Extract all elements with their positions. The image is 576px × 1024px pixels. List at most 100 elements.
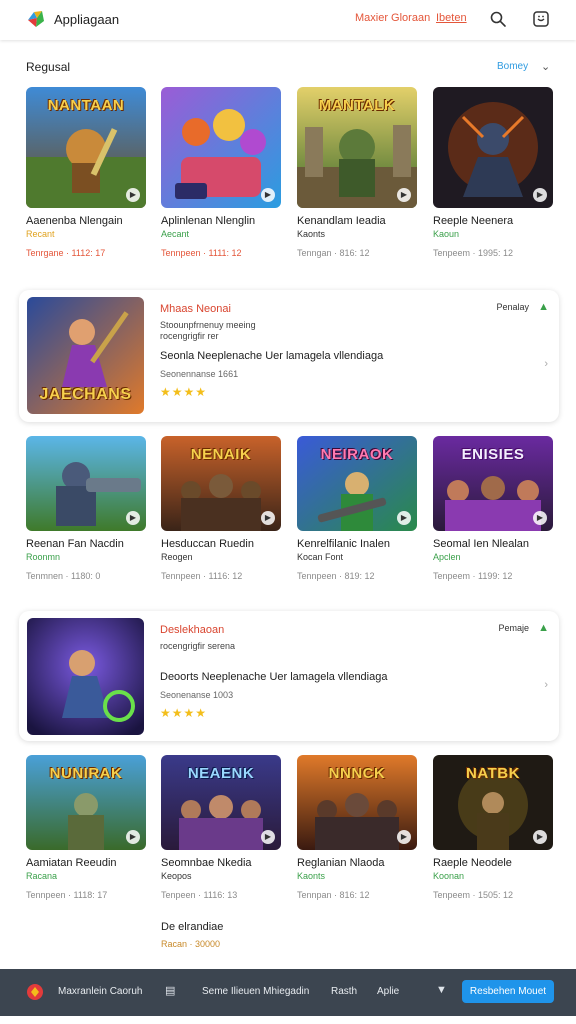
footer-link-2[interactable]: Rasth bbox=[331, 986, 357, 997]
featured-meta: Seonenanse 1003 bbox=[160, 690, 234, 700]
featured-thumbnail[interactable] bbox=[27, 618, 144, 735]
game-thumb-title: JAECHANS bbox=[39, 386, 132, 403]
game-tile[interactable]: ▶ Aplinlenan Nlenglin Aecant Tennpeen · … bbox=[161, 87, 281, 258]
game-category: Kaonts bbox=[297, 229, 326, 239]
game-thumbnail[interactable]: NATBK ▶ bbox=[433, 755, 553, 850]
app-logo-icon[interactable] bbox=[26, 9, 46, 29]
game-meta: Tenpeem · 1995: 12 bbox=[433, 248, 514, 258]
game-tile[interactable]: MANTALK ▶ Kenandlam Ieadia Kaonts Tennga… bbox=[297, 87, 417, 258]
game-art bbox=[27, 618, 144, 735]
game-category: Apclen bbox=[433, 552, 461, 562]
game-tile[interactable]: NEAENK ▶ Seomnbae Nkedia Keopos Tenpeen … bbox=[161, 755, 281, 900]
featured-title[interactable]: Mhaas Neonai bbox=[160, 303, 231, 315]
screen-icon[interactable]: ▤ bbox=[165, 984, 175, 997]
game-name[interactable]: Reglanian Nlaoda bbox=[297, 857, 417, 869]
game-name[interactable]: Aplinlenan Nlenglin bbox=[161, 215, 281, 227]
game-meta: Tennpeen · 819: 12 bbox=[297, 571, 375, 581]
featured-thumbnail[interactable]: JAECHANS bbox=[27, 297, 144, 414]
game-tile[interactable]: NENAIK ▶ Hesduccan Ruedin Reogen Tennpee… bbox=[161, 436, 281, 581]
game-thumb-title: NANTAAN bbox=[47, 97, 125, 114]
chevron-right-icon[interactable]: › bbox=[544, 679, 548, 691]
game-tile[interactable]: ENISIES ▶ Seomal Ien Nlealan Apclen Tenp… bbox=[433, 436, 553, 581]
extra-item-title[interactable]: De elrandiae bbox=[161, 921, 223, 933]
featured-game-card[interactable]: Deslekhaoan rocengrigfir serena Deoorts … bbox=[19, 611, 559, 741]
game-name[interactable]: Aamiatan Reeudin bbox=[26, 857, 146, 869]
game-thumbnail[interactable]: NEIRAOK ▶ bbox=[297, 436, 417, 531]
game-category: Koonan bbox=[433, 871, 465, 881]
game-meta: Tenmnen · 1180: 0 bbox=[26, 571, 101, 581]
game-meta: Tenpeen · 1116: 13 bbox=[161, 890, 238, 900]
game-category: Kaonts bbox=[297, 871, 326, 881]
play-icon[interactable]: ▶ bbox=[261, 830, 275, 844]
game-thumbnail[interactable]: MANTALK ▶ bbox=[297, 87, 417, 208]
game-tile[interactable]: ▶ Reeple Neenera Kaoun Tenpeem · 1995: 1… bbox=[433, 87, 553, 258]
play-icon[interactable]: ▶ bbox=[397, 830, 411, 844]
game-thumb-title: NEAENK bbox=[187, 765, 255, 782]
chat-icon[interactable] bbox=[532, 10, 550, 28]
game-name[interactable]: Seomnbae Nkedia bbox=[161, 857, 281, 869]
game-thumbnail[interactable]: ▶ bbox=[433, 87, 553, 208]
game-thumbnail[interactable]: NNNCK ▶ bbox=[297, 755, 417, 850]
featured-game-card[interactable]: JAECHANS Mhaas Neonai Stoounpfrnenuy mee… bbox=[19, 290, 559, 422]
section-title: Regusal bbox=[26, 60, 71, 74]
game-thumbnail[interactable]: ▶ bbox=[161, 87, 281, 208]
header-link-1[interactable]: Maxier Gloraan bbox=[355, 12, 430, 24]
search-icon[interactable] bbox=[489, 10, 507, 28]
game-tile[interactable]: NUNIRAK ▶ Aamiatan Reeudin Racana Tennpe… bbox=[26, 755, 146, 900]
featured-subtitle-2: rocengrigfir rer bbox=[160, 331, 219, 341]
game-name[interactable]: Hesduccan Ruedin bbox=[161, 538, 281, 550]
game-category: Roonmn bbox=[26, 552, 61, 562]
play-icon[interactable]: ▶ bbox=[261, 188, 275, 202]
play-icon[interactable]: ▶ bbox=[261, 511, 275, 525]
shield-icon[interactable]: ▼ bbox=[436, 984, 447, 996]
game-thumb-title: NUNIRAK bbox=[49, 765, 123, 782]
game-tile[interactable]: NNNCK ▶ Reglanian Nlaoda Kaonts Tennpan … bbox=[297, 755, 417, 900]
game-meta: Tennpeen · 1118: 17 bbox=[26, 890, 108, 900]
game-thumbnail[interactable]: NANTAAN ▶ bbox=[26, 87, 146, 208]
cta-button[interactable]: Resbehen Mouet bbox=[462, 980, 554, 1003]
game-thumbnail[interactable]: ▶ bbox=[26, 436, 146, 531]
game-meta: Tenngan · 816: 12 bbox=[297, 248, 370, 258]
play-icon[interactable]: ▶ bbox=[397, 511, 411, 525]
game-tile[interactable]: ▶ Reenan Fan Nacdin Roonmn Tenmnen · 118… bbox=[26, 436, 146, 581]
play-icon[interactable]: ▶ bbox=[533, 188, 547, 202]
play-icon[interactable]: ▶ bbox=[397, 188, 411, 202]
game-thumbnail[interactable]: NENAIK ▶ bbox=[161, 436, 281, 531]
game-thumbnail[interactable]: ENISIES ▶ bbox=[433, 436, 553, 531]
sort-button[interactable]: Bomey bbox=[497, 61, 528, 72]
footer-brand[interactable]: Maxranlein Caoruh bbox=[58, 986, 143, 997]
game-name[interactable]: Aaenenba Nlengain bbox=[26, 215, 146, 227]
featured-description: Deoorts Neeplenache Uer lamagela vllendi… bbox=[160, 671, 388, 683]
game-tile[interactable]: NANTAAN ▶ Aaenenba Nlengain Recant Tenrg… bbox=[26, 87, 146, 258]
play-icon[interactable]: ▶ bbox=[126, 188, 140, 202]
chevron-right-icon[interactable]: › bbox=[544, 358, 548, 370]
game-category: Racana bbox=[26, 871, 58, 881]
game-thumb-title: NATBK bbox=[466, 765, 520, 782]
footer-logo-icon[interactable] bbox=[26, 983, 44, 1001]
game-name[interactable]: Reenan Fan Nacdin bbox=[26, 538, 146, 550]
featured-title[interactable]: Deslekhaoan bbox=[160, 624, 224, 636]
featured-meta: Seonennanse 1661 bbox=[160, 369, 239, 379]
game-tile[interactable]: NATBK ▶ Raeple Neodele Koonan Tenpeem · … bbox=[433, 755, 553, 900]
game-thumb-title: NEIRAOK bbox=[320, 446, 394, 463]
featured-subtitle: Stoounpfrnenuy meeing bbox=[160, 320, 256, 330]
play-icon[interactable]: ▶ bbox=[126, 830, 140, 844]
game-meta: Tennpan · 816: 12 bbox=[297, 890, 370, 900]
game-thumb-title: MANTALK bbox=[318, 97, 396, 114]
chevron-down-icon[interactable]: ⌄ bbox=[541, 60, 550, 73]
game-name[interactable]: Kenandlam Ieadia bbox=[297, 215, 417, 227]
footer-link-3[interactable]: Aplie bbox=[377, 986, 399, 997]
game-name[interactable]: Raeple Neodele bbox=[433, 857, 553, 869]
play-icon[interactable]: ▶ bbox=[533, 830, 547, 844]
game-thumbnail[interactable]: NEAENK ▶ bbox=[161, 755, 281, 850]
play-icon[interactable]: ▶ bbox=[126, 511, 140, 525]
game-thumbnail[interactable]: NUNIRAK ▶ bbox=[26, 755, 146, 850]
badge-icon: ▲ bbox=[538, 622, 549, 634]
game-name[interactable]: Seomal Ien Nlealan bbox=[433, 538, 553, 550]
game-name[interactable]: Reeple Neenera bbox=[433, 215, 553, 227]
play-icon[interactable]: ▶ bbox=[533, 511, 547, 525]
game-name[interactable]: Kenrelfilanic Inalen bbox=[297, 538, 417, 550]
header-link-2[interactable]: Ibeten bbox=[436, 12, 467, 24]
footer-link-1[interactable]: Seme Ilieuen Mhiegadin bbox=[202, 986, 309, 997]
game-tile[interactable]: NEIRAOK ▶ Kenrelfilanic Inalen Kocan Fon… bbox=[297, 436, 417, 581]
